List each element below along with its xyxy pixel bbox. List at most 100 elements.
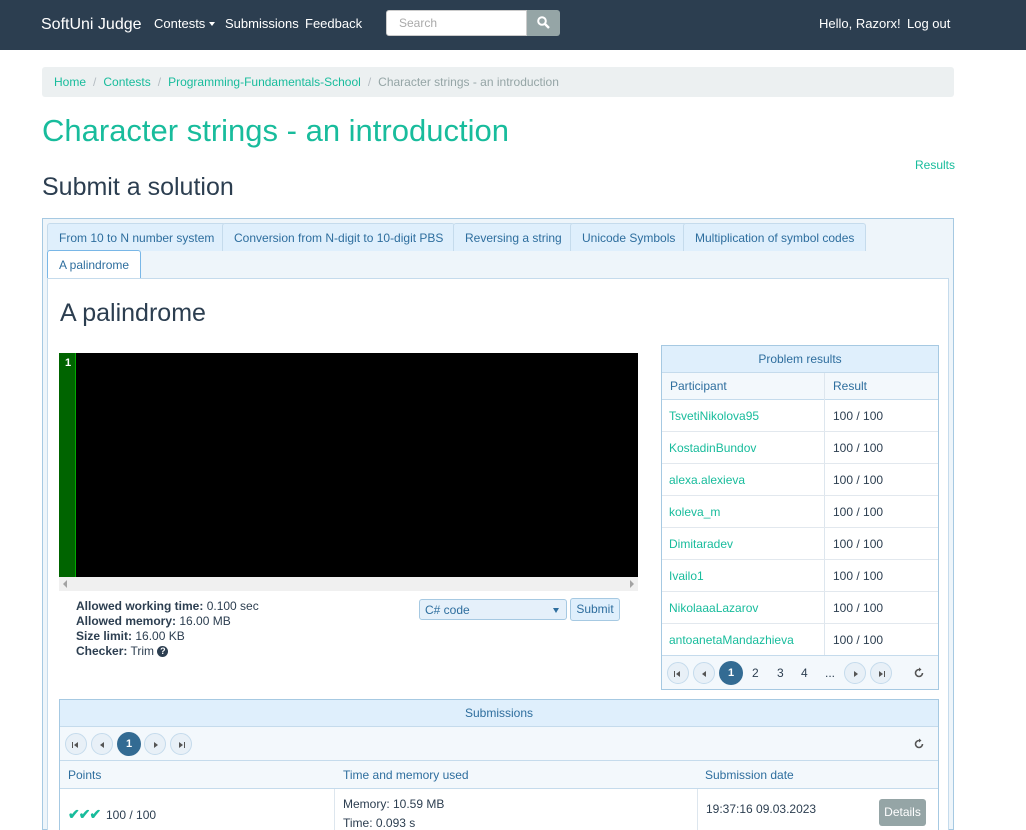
result-row: Ivailo1 100 / 100 xyxy=(662,560,938,592)
page-current[interactable]: 1 xyxy=(719,661,743,685)
tab-a-palindrome[interactable]: A palindrome xyxy=(47,250,142,279)
size-limit-label: Size limit: xyxy=(76,629,133,643)
nav-feedback[interactable]: Feedback xyxy=(305,16,362,31)
col-participant[interactable]: Participant xyxy=(670,379,727,393)
last-page-icon[interactable] xyxy=(870,662,892,684)
submission-points: 100 / 100 xyxy=(106,808,157,822)
brand-logo[interactable]: SoftUni Judge xyxy=(41,16,142,34)
col-time-memory[interactable]: Time and memory used xyxy=(343,768,469,782)
result-row: TsvetiNikolova95 100 / 100 xyxy=(662,400,938,432)
time-limit-label: Allowed working time: xyxy=(76,599,204,613)
result-value: 100 / 100 xyxy=(833,473,884,487)
scroll-left-icon[interactable] xyxy=(63,580,67,588)
problem-tabs: From 10 to N number system Conversion fr… xyxy=(42,218,954,830)
page-current[interactable]: 1 xyxy=(117,732,141,756)
page-link[interactable]: 2 xyxy=(752,666,759,680)
col-result[interactable]: Result xyxy=(833,379,867,393)
result-value: 100 / 100 xyxy=(833,441,884,455)
participant-link[interactable]: Dimitaradev xyxy=(669,537,733,551)
col-submission-date[interactable]: Submission date xyxy=(705,768,794,782)
time-limit-value: 0.100 sec xyxy=(206,599,259,613)
language-selected: C# code xyxy=(425,603,470,617)
tab-unicode-symbols[interactable]: Unicode Symbols xyxy=(570,223,688,251)
memory-limit-value: 16.00 MB xyxy=(179,614,231,628)
refresh-icon[interactable] xyxy=(913,667,925,679)
nav-contests-dropdown[interactable]: Contests xyxy=(154,16,216,31)
submissions-header: Points Time and memory used Submission d… xyxy=(60,761,938,789)
tab-reversing-string[interactable]: Reversing a string xyxy=(453,223,574,251)
submissions-grid: Submissions 1 Points Time and memory use… xyxy=(59,699,939,830)
breadcrumb-separator: / xyxy=(367,75,372,89)
result-value: 100 / 100 xyxy=(833,409,884,423)
checker-label: Checker: xyxy=(76,644,128,658)
help-icon[interactable]: ? xyxy=(157,646,169,657)
details-button[interactable]: Details xyxy=(879,799,926,826)
breadcrumb-home[interactable]: Home xyxy=(54,75,86,89)
first-page-icon[interactable] xyxy=(65,733,87,755)
last-page-icon[interactable] xyxy=(170,733,192,755)
tab-multiplication-codes[interactable]: Multiplication of symbol codes xyxy=(683,223,867,251)
search-button[interactable] xyxy=(527,10,560,36)
editor-horizontal-scrollbar[interactable] xyxy=(59,577,638,591)
result-value: 100 / 100 xyxy=(833,633,884,647)
submit-solution-heading: Submit a solution xyxy=(42,173,234,201)
participant-link[interactable]: Ivailo1 xyxy=(669,569,704,583)
tab-from-10-to-n[interactable]: From 10 to N number system xyxy=(47,223,227,251)
participant-link[interactable]: KostadinBundov xyxy=(669,441,756,455)
page-link[interactable]: 3 xyxy=(777,666,784,680)
caret-down-icon xyxy=(209,22,216,26)
column-divider xyxy=(697,789,698,830)
problem-results-caption: Problem results xyxy=(662,346,938,373)
col-points[interactable]: Points xyxy=(68,768,101,782)
prev-page-icon[interactable] xyxy=(91,733,113,755)
search-icon xyxy=(537,16,550,29)
breadcrumb-separator: / xyxy=(93,75,97,89)
page-link[interactable]: 4 xyxy=(801,666,808,680)
tab-conversion-n-digit[interactable]: Conversion from N-digit to 10-digit PBS xyxy=(222,223,456,251)
problem-results-pager: 1 2 3 4 ... xyxy=(662,655,938,689)
logout-link[interactable]: Log out xyxy=(907,16,950,31)
problem-results-header: Participant Result xyxy=(662,373,938,400)
chevron-down-icon xyxy=(553,608,559,613)
refresh-icon[interactable] xyxy=(913,738,925,750)
user-greeting[interactable]: Hello, Razorx! xyxy=(819,16,901,31)
next-page-icon[interactable] xyxy=(144,733,166,755)
participant-link[interactable]: NikolaaaLazarov xyxy=(669,601,758,615)
submissions-caption: Submissions xyxy=(60,700,938,727)
page-title: Character strings - an introduction xyxy=(42,113,509,148)
code-editor[interactable]: 1 xyxy=(59,353,638,577)
top-navbar: SoftUni Judge Contests Submissions Feedb… xyxy=(0,0,1026,50)
breadcrumb-contests[interactable]: Contests xyxy=(103,75,150,89)
check-icon: ✔✔✔ xyxy=(68,806,101,822)
result-row: NikolaaaLazarov 100 / 100 xyxy=(662,592,938,624)
result-value: 100 / 100 xyxy=(833,601,884,615)
result-row: alexa.alexieva 100 / 100 xyxy=(662,464,938,496)
participant-link[interactable]: TsvetiNikolova95 xyxy=(669,409,759,423)
result-row: KostadinBundov 100 / 100 xyxy=(662,432,938,464)
size-limit-value: 16.00 KB xyxy=(135,629,185,643)
participant-link[interactable]: koleva_m xyxy=(669,505,720,519)
language-select[interactable]: C# code xyxy=(419,599,567,620)
next-page-icon[interactable] xyxy=(844,662,866,684)
submit-button[interactable]: Submit xyxy=(570,598,620,621)
problem-limits: Allowed working time: 0.100 sec Allowed … xyxy=(76,599,259,659)
line-number-gutter: 1 xyxy=(59,353,76,577)
results-link[interactable]: Results xyxy=(915,158,955,172)
breadcrumb-separator: / xyxy=(157,75,162,89)
participant-link[interactable]: antoanetaMandazhieva xyxy=(669,633,794,647)
result-value: 100 / 100 xyxy=(833,569,884,583)
scroll-right-icon[interactable] xyxy=(630,580,634,588)
result-row: koleva_m 100 / 100 xyxy=(662,496,938,528)
problem-results-grid: Problem results Participant Result Tsvet… xyxy=(661,345,939,690)
breadcrumb-contest[interactable]: Programming-Fundamentals-School xyxy=(168,75,361,89)
participant-link[interactable]: alexa.alexieva xyxy=(669,473,745,487)
submission-date: 19:37:16 09.03.2023 xyxy=(706,802,817,816)
search-input[interactable]: Search xyxy=(386,10,527,36)
first-page-icon[interactable] xyxy=(667,662,689,684)
page-ellipsis: ... xyxy=(825,666,836,680)
breadcrumb: Home / Contests / Programming-Fundamentals-S… xyxy=(42,67,954,97)
prev-page-icon[interactable] xyxy=(693,662,715,684)
nav-submissions[interactable]: Submissions xyxy=(225,16,299,31)
column-divider xyxy=(334,789,335,830)
result-value: 100 / 100 xyxy=(833,505,884,519)
